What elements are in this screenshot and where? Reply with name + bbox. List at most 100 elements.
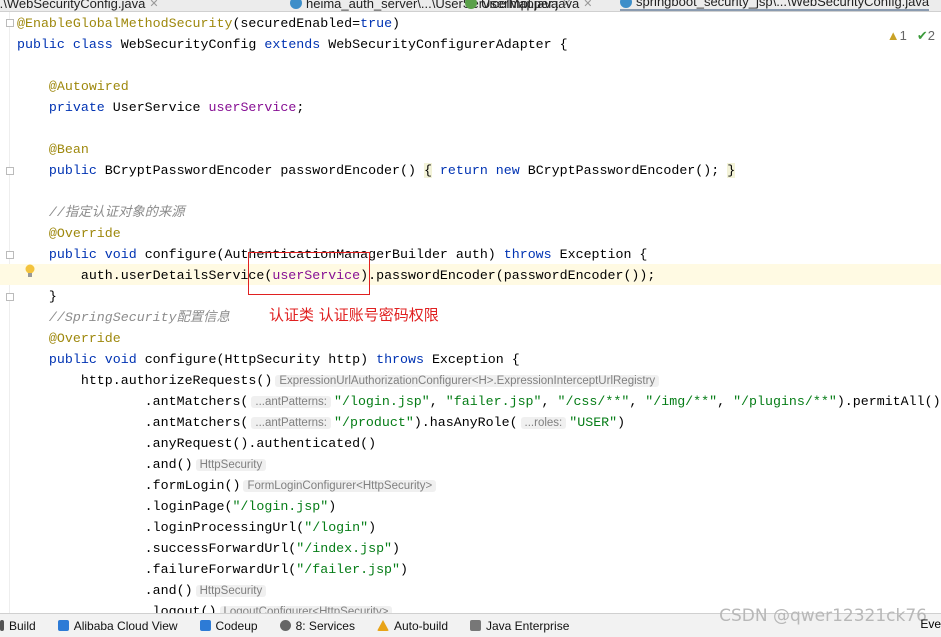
code-token: ) [392,541,401,556]
code-line: public BCryptPasswordEncoder passwordEnc… [17,160,736,181]
tab-label: springboot_security_jsp\...\WebSecurityC… [636,0,930,9]
tab[interactable]: springboot_security_jsp\...\WebSecurityC… [620,0,930,11]
editor-tabs: ..\WebSecurityConfig.java ✕ heima_auth_ser… [0,0,941,12]
tab[interactable]: ..\WebSecurityConfig.java ✕ [0,0,159,11]
code-token: .failureForwardUrl( [17,562,297,577]
fold-icon[interactable] [6,251,14,259]
code-token: ).passwordEncoder(passwordEncoder()); [360,268,656,283]
inlay-hint: ExpressionUrlAuthorizationConfigurer<H>.… [275,375,660,387]
tool-window-build[interactable]: Build [0,619,36,633]
code-token: "failer.jsp" [445,394,542,409]
code-token: "USER" [569,415,618,430]
annotation-note: 认证类 认证账号密码权限 [269,306,439,324]
code-line: @Bean [17,139,89,160]
code-token: @Override [48,331,121,346]
warning-count: ▲1 [886,28,907,43]
code-token: extends [264,37,329,52]
code-line: .and() HttpSecurity [17,454,269,475]
code-token: WebSecurityConfigurerAdapter { [328,37,568,52]
tool-window-java-enterprise[interactable]: Java Enterprise [470,619,569,633]
code-token: "/img/**" [645,394,718,409]
code-token: Exception { [431,352,520,367]
code-token: "/failer.jsp" [296,562,401,577]
code-token: "/index.jsp" [296,541,393,556]
class-icon [620,0,632,8]
fold-icon[interactable] [6,19,14,27]
code-token: } [727,163,736,178]
code-token: .and() [17,457,193,472]
tool-window-label: 8: Services [295,618,355,633]
code-token: ) [328,499,337,514]
fold-icon[interactable] [6,293,14,301]
code-line: @Autowired [17,76,129,97]
close-icon[interactable]: ✕ [149,0,158,10]
code-token: "/css/**" [557,394,630,409]
tool-window-cloud[interactable]: Alibaba Cloud View [57,619,178,633]
code-token: "/product" [334,415,414,430]
code-token: .formLogin() [17,478,241,493]
fold-icon[interactable] [6,167,14,175]
annotation-box [248,252,370,295]
code-token: @Override [48,226,121,241]
interface-icon [465,0,477,9]
code-token: (securedEnabled= [232,16,361,31]
event-log-button[interactable]: Eve [920,617,941,631]
inlay-hint: ...antPatterns: [251,396,332,408]
code-token: throws [376,352,432,367]
inlay-hint: FormLoginConfigurer<HttpSecurity> [243,480,437,492]
tab[interactable]: UserMapper.java ✕ [465,0,593,11]
code-token: .antMatchers( [17,415,249,430]
inspection-widget[interactable]: ▲1 ✔2 [887,28,935,44]
code-line: @Override [17,223,121,244]
close-icon[interactable]: ✕ [583,0,592,10]
tool-window-warning[interactable]: Auto-build [376,618,448,633]
code-editor[interactable]: ▲1 ✔2 @EnableGlobalMethodSecurity(secure… [0,12,941,613]
watermark: CSDN @qwer12321ck76 [719,606,927,626]
code-token: ).hasAnyRole( [413,415,518,430]
code-token: userService [208,100,297,115]
code-token: true [360,16,393,31]
code-token: @Autowired [48,79,129,94]
code-line: http.authorizeRequests() ExpressionUrlAut… [17,370,662,391]
code-token: .anyRequest().authenticated() [17,436,377,451]
code-line: .antMatchers(...antPatterns: "/product").… [17,412,625,433]
inlay-hint: HttpSecurity [195,585,267,597]
code-token: .loginPage( [17,499,233,514]
code-token: "/login.jsp" [232,499,329,514]
class-icon [290,0,302,9]
tool-window-services[interactable]: 8: Services [279,618,355,633]
code-line: public class WebSecurityConfig extends W… [17,34,568,55]
code-token: .and() [17,583,193,598]
code-token: @Bean [48,142,89,157]
code-token: @EnableGlobalMethodSecurity [17,16,233,31]
code-token: BCryptPasswordEncoder(); [527,163,728,178]
code-token: http.authorizeRequests() [17,373,273,388]
tool-window-label: Auto-build [393,618,448,633]
code-line: .loginProcessingUrl("/login") [17,517,376,538]
tool-window-label: Java Enterprise [486,618,570,633]
code-token: , [429,394,446,409]
code-token: WebSecurityConfig [120,37,265,52]
code-token: { [423,163,432,178]
code-token: ) [617,415,626,430]
code-line: } [17,286,57,307]
code-token: configure(HttpSecurity http) [144,352,377,367]
code-line: .and() HttpSecurity [17,580,269,601]
gutter [9,12,10,613]
code-line: public void configure(HttpSecurity http)… [17,349,520,370]
code-token: , [629,394,646,409]
code-token: , [717,394,734,409]
code-line: .successForwardUrl("/index.jsp") [17,538,400,559]
code-token: ) [392,16,401,31]
code-line: //SpringSecurity配置信息 [17,307,230,328]
tool-window-codeup[interactable]: Codeup [199,619,258,633]
tab-label: ..\WebSecurityConfig.java [0,0,146,11]
